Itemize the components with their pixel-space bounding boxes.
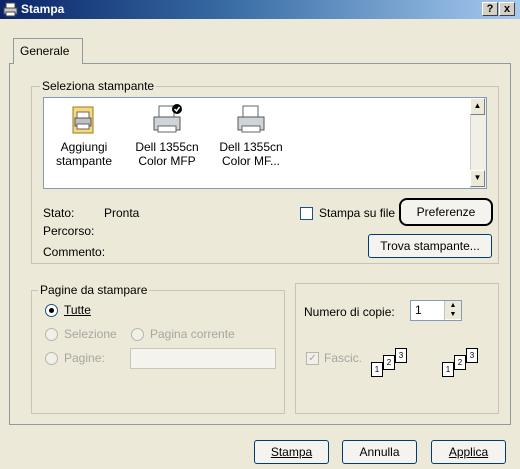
pages-input[interactable]: [130, 348, 276, 369]
status-label: Stato:: [43, 206, 75, 220]
location-label: Percorso:: [43, 224, 95, 238]
printer-item-dell-mf[interactable]: Dell 1355cn Color MF...: [218, 103, 284, 168]
print-to-file-label: Stampa su file: [319, 206, 396, 220]
page-range-label: Pagine da stampare: [38, 283, 150, 297]
collate-label: Fascic.: [324, 351, 363, 365]
collate-page-3: 3: [395, 348, 407, 363]
copies-spinner[interactable]: ▲ ▼: [444, 301, 461, 320]
add-printer-icon: [72, 106, 94, 134]
printer-name: Dell 1355cn Color MF...: [219, 140, 283, 168]
help-button[interactable]: ?: [482, 2, 498, 16]
collate-page-1: 1: [371, 362, 383, 377]
collate-page-2: 2: [383, 355, 395, 370]
current-page-label: Pagina corrente: [150, 327, 235, 341]
title-bar: [0, 0, 520, 19]
current-page-radio[interactable]: [131, 328, 144, 341]
tab-generale[interactable]: Generale: [13, 38, 83, 64]
collate-page-1: 1: [442, 362, 454, 377]
printer-icon: [237, 105, 265, 133]
collate-illustration-1: 3 2 1: [371, 348, 423, 382]
status-value: Pronta: [104, 206, 140, 220]
scroll-down-button[interactable]: ▼: [470, 170, 485, 187]
pages-radio[interactable]: [45, 352, 58, 365]
find-printer-button[interactable]: Trova stampante...: [368, 234, 492, 258]
selection-radio[interactable]: [45, 328, 58, 341]
collate-page-3: 3: [466, 348, 478, 363]
all-pages-radio[interactable]: [45, 304, 58, 317]
scroll-up-button[interactable]: ▲: [470, 98, 485, 115]
comment-label: Commento:: [43, 245, 106, 259]
print-button[interactable]: Stampa: [254, 440, 329, 464]
pages-label: Pagine:: [64, 351, 105, 365]
printer-item-dell-mfp[interactable]: Dell 1355cn Color MFP: [134, 103, 200, 168]
select-printer-label: Seleziona stampante: [40, 79, 157, 93]
printer-icon: [3, 2, 18, 17]
default-printer-icon: [153, 104, 182, 133]
printer-item-add[interactable]: Aggiungi stampante: [52, 103, 116, 168]
copies-label: Numero di copie:: [304, 305, 395, 319]
print-to-file-checkbox[interactable]: [300, 207, 313, 220]
printer-name: Dell 1355cn Color MFP: [135, 140, 199, 168]
collate-checkbox[interactable]: ✓: [306, 352, 319, 365]
all-pages-label: Tutte: [64, 303, 91, 317]
printer-name: Aggiungi stampante: [55, 140, 113, 168]
copies-value: 1: [415, 303, 422, 317]
cancel-button[interactable]: Annulla: [342, 440, 417, 464]
preferences-button[interactable]: Preferenze: [399, 198, 493, 226]
collate-illustration-2: 3 2 1: [442, 348, 494, 382]
apply-button[interactable]: Applica: [431, 440, 506, 464]
selection-label: Selezione: [64, 327, 117, 341]
window-title: Stampa: [21, 2, 65, 16]
close-button[interactable]: x: [499, 2, 515, 16]
collate-page-2: 2: [454, 355, 466, 370]
